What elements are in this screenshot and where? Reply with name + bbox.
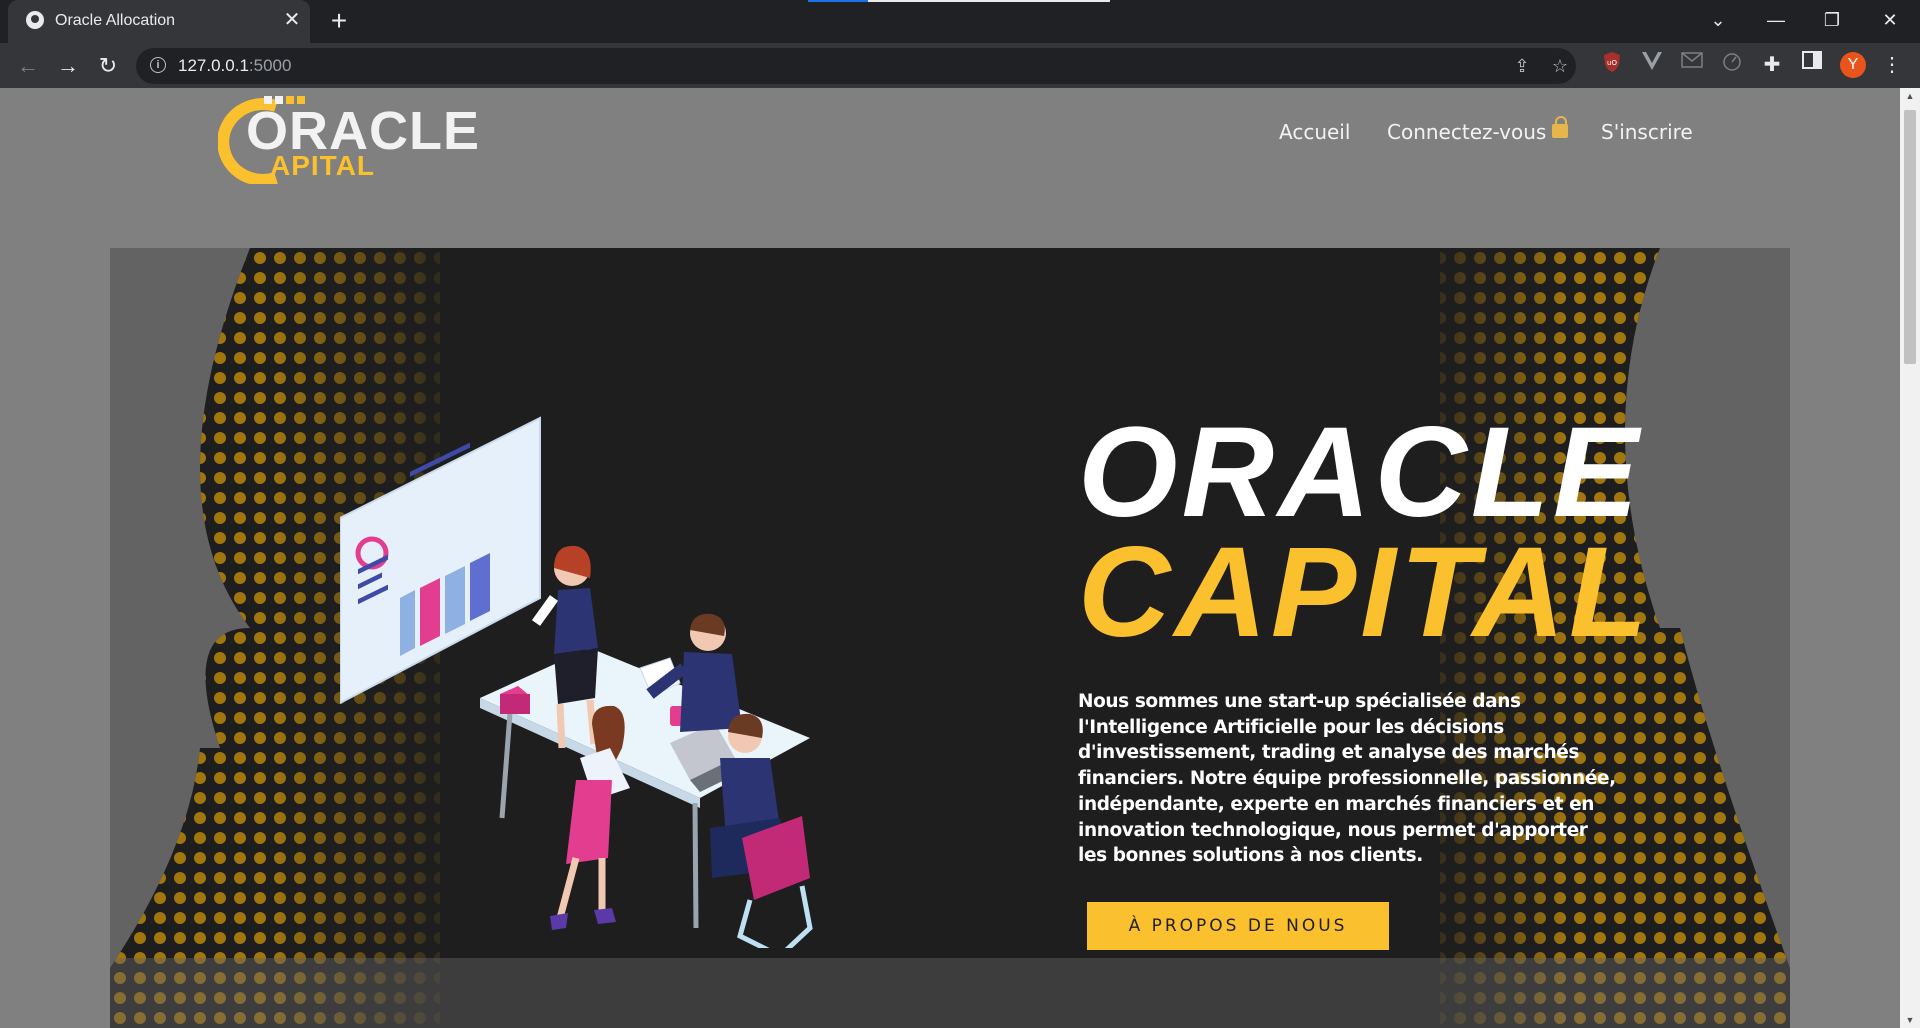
restore-button[interactable]: ❐: [1810, 4, 1854, 36]
extensions-puzzle-icon[interactable]: ✚: [1758, 51, 1786, 79]
hero-title-line1: ORACLE: [1078, 401, 1643, 544]
share-icon[interactable]: ⇪: [1510, 54, 1534, 78]
nav-login-label: Connectez-vous: [1387, 120, 1547, 144]
bookmark-star-icon[interactable]: ☆: [1548, 54, 1572, 78]
profile-avatar[interactable]: Y: [1840, 52, 1866, 78]
back-button[interactable]: ←: [12, 50, 44, 82]
scroll-down-arrow[interactable]: ▼: [1900, 1012, 1920, 1028]
address-bar[interactable]: i 127.0.0.1:5000 ⇪ ☆: [136, 48, 1576, 84]
forward-button[interactable]: →: [52, 50, 84, 82]
mail-extension-icon[interactable]: [1678, 51, 1706, 79]
new-tab-button[interactable]: +: [324, 6, 354, 36]
site-logo[interactable]: ORACLE APITAL: [217, 92, 479, 186]
ublock-extension-icon[interactable]: uO: [1598, 51, 1626, 79]
about-us-button[interactable]: À PROPOS DE NOUS: [1087, 902, 1389, 950]
hero-description: Nous sommes une start-up spécialisée dan…: [1078, 691, 1616, 867]
hero-title-line2: CAPITAL: [1078, 521, 1652, 664]
globe-icon: [26, 11, 44, 29]
scroll-up-arrow[interactable]: ▲: [1900, 88, 1920, 104]
nav-register-link[interactable]: S'inscrire: [1601, 120, 1693, 144]
tab-search-icon[interactable]: ⌄: [1696, 4, 1740, 36]
logo-text-capital: APITAL: [270, 150, 376, 181]
close-window-button[interactable]: ✕: [1868, 4, 1912, 36]
page-scrollbar[interactable]: ▲ ▼: [1900, 88, 1920, 1028]
vue-devtools-icon[interactable]: [1638, 51, 1666, 79]
nav-home-link[interactable]: Accueil: [1279, 120, 1350, 144]
browser-menu-icon[interactable]: ⋮: [1878, 51, 1906, 79]
svg-text:uO: uO: [1607, 59, 1617, 67]
office-team-illustration: [340, 416, 813, 948]
nav-login-link[interactable]: Connectez-vous: [1387, 116, 1569, 144]
reload-button[interactable]: ↻: [92, 50, 124, 82]
minimize-button[interactable]: —: [1754, 4, 1798, 36]
close-tab-icon[interactable]: ✕: [280, 8, 304, 32]
lock-icon: [1552, 116, 1569, 138]
site-info-icon[interactable]: i: [150, 57, 166, 73]
url-text: 127.0.0.1:5000: [178, 56, 292, 75]
browser-tabstrip: Oracle Allocation ✕ + ⌄ — ❐ ✕: [0, 0, 1920, 43]
browser-toolbar: ← → ↻ i 127.0.0.1:5000 ⇪ ☆: [0, 43, 1920, 88]
side-panel-icon[interactable]: [1798, 51, 1826, 79]
tab-title: Oracle Allocation: [55, 12, 176, 29]
tab-loading-progress: [808, 0, 868, 2]
web-page: ORACLE APITAL Accueil Connectez-vous S'i…: [0, 88, 1900, 1028]
timer-extension-icon[interactable]: [1718, 51, 1746, 79]
scrollbar-thumb[interactable]: [1904, 110, 1916, 364]
browser-tab[interactable]: Oracle Allocation ✕: [8, 0, 310, 43]
